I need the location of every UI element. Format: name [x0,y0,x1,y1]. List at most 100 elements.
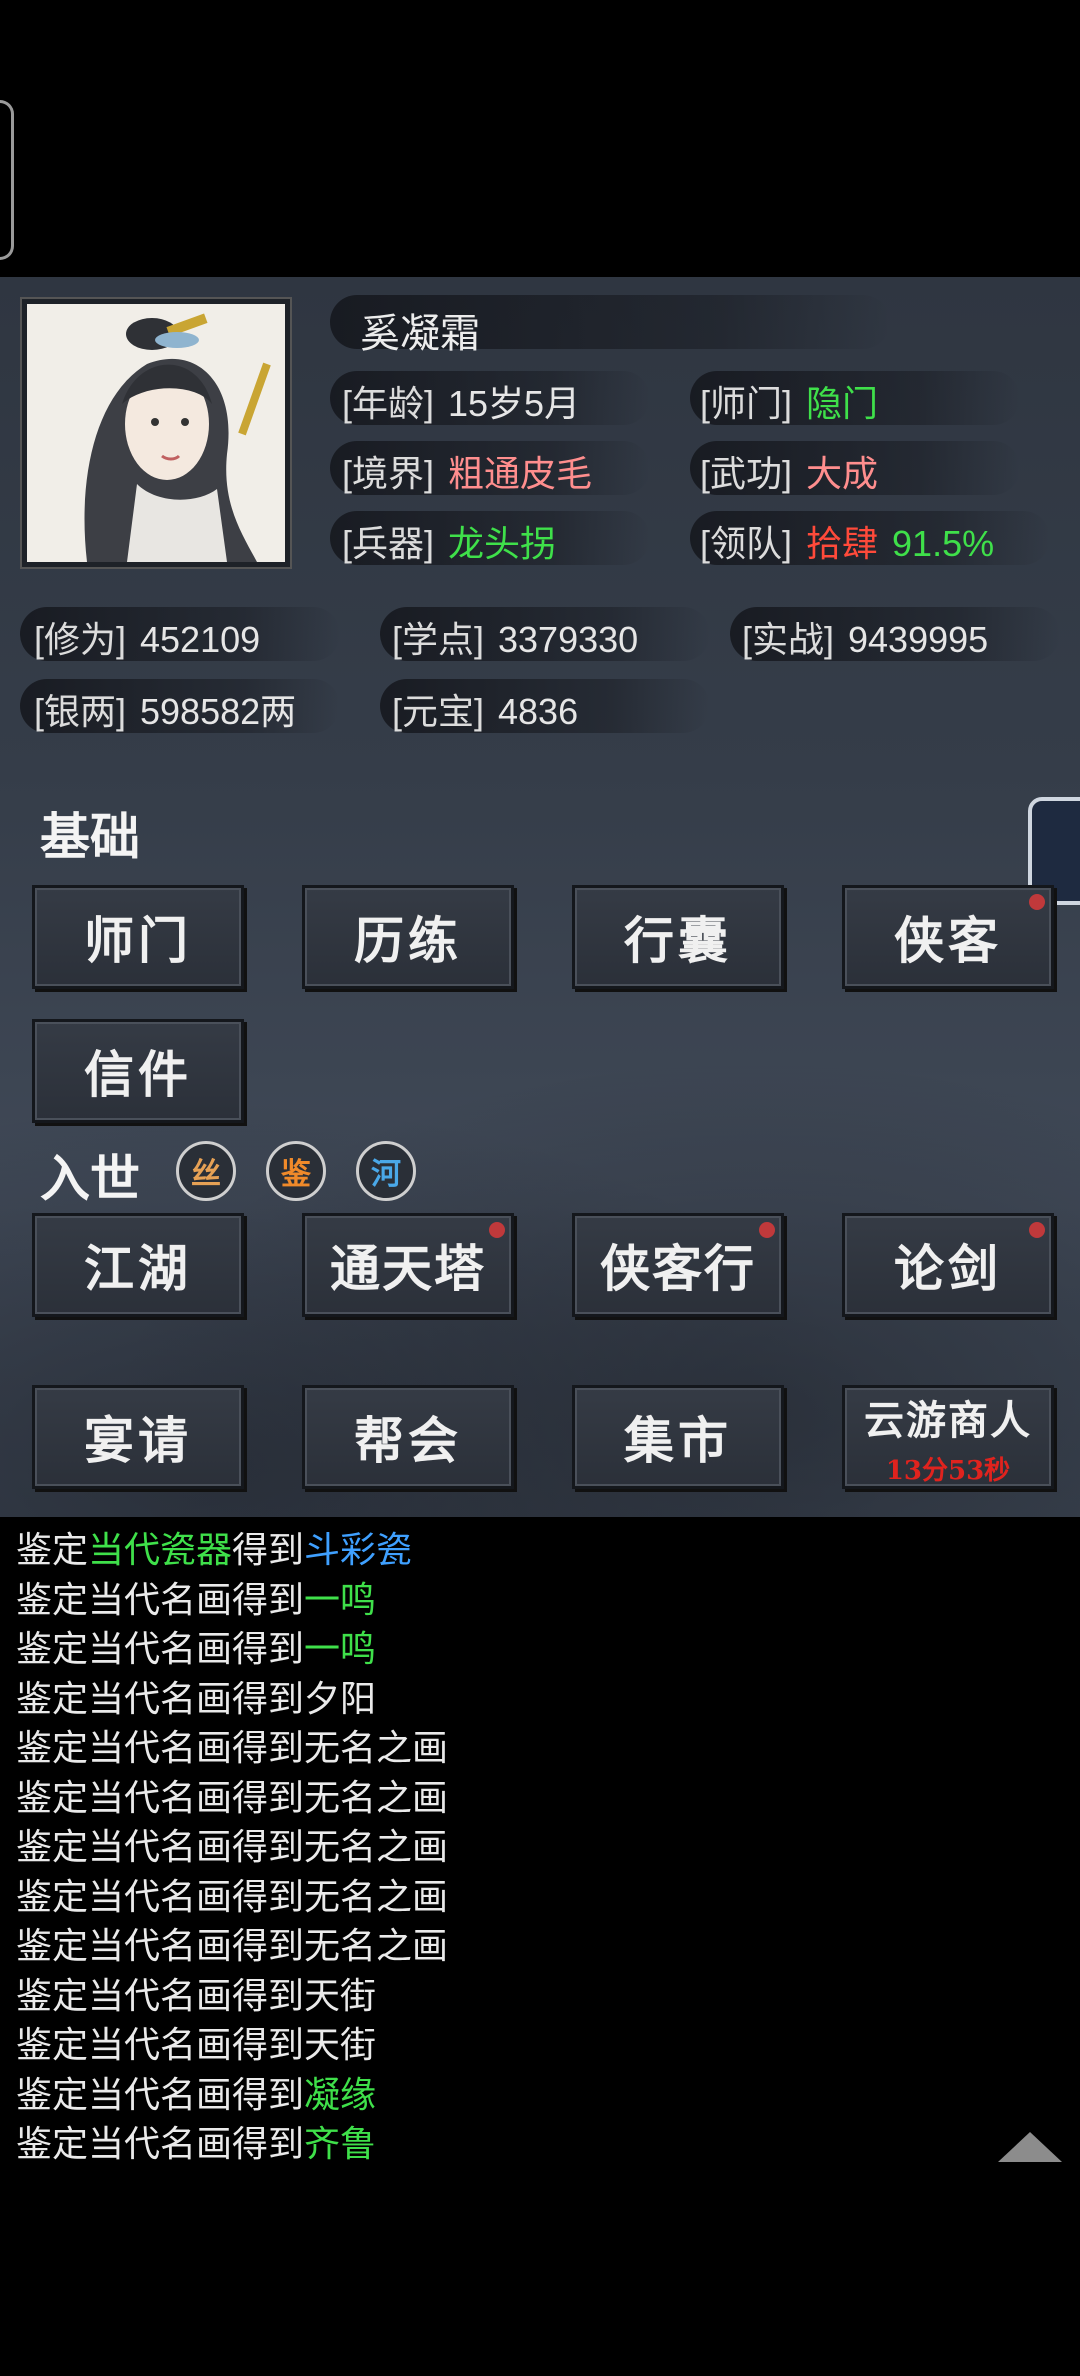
log-line: 鉴定当代名画得到天街 [16,2016,376,2068]
stat-age: [年龄] 15岁5月 [342,375,580,427]
log-item: 凝缘 [304,2073,377,2115]
silk-seal-icon[interactable]: 丝 [176,1141,236,1201]
training-button[interactable]: 历练 [302,885,514,989]
stat-realm: [境界] 粗通皮毛 [342,445,592,497]
market-button[interactable]: 集市 [572,1385,784,1489]
inventory-button[interactable]: 行囊 [572,885,784,989]
stat-label: [学点] [392,619,485,660]
side-handle[interactable] [0,100,14,260]
hero-journey-label: 侠客行 [600,1239,756,1298]
stat-combat: [实战] 9439995 [742,611,988,663]
log-join: 得到 [232,1628,305,1669]
river-seal-icon[interactable]: 河 [356,1141,416,1201]
log-item: 一鸣 [304,1628,377,1669]
log-line: 鉴定当代名画得到一鸣 [16,1620,376,1672]
log-line: 鉴定当代名画得到天街 [16,1967,376,2019]
log-item: 无名之画 [304,1875,449,1917]
event-log[interactable]: 鉴定当代瓷器得到斗彩瓷 鉴定当代名画得到一鸣 鉴定当代名画得到一鸣 鉴定当代名画得到夕… [0,1517,1080,2197]
stat-value: 粗通皮毛 [448,453,593,494]
stat-sect: [师门] 隐门 [700,375,878,427]
log-line: 鉴定当代名画得到一鸣 [16,1571,376,1623]
stat-weapon: [兵器] 龙头拐 [342,515,556,567]
log-line: 鉴定当代名画得到无名之画 [16,1917,448,1969]
companion-label: 侠客 [894,911,1002,970]
log-join: 得到 [232,1677,305,1719]
duel-label: 论剑 [894,1239,1002,1298]
stat-label: [兵器] [342,523,435,564]
log-join: 得到 [232,2073,305,2115]
log-join: 得到 [232,1727,305,1768]
log-line: 鉴定当代名画得到齐鲁 [16,2115,376,2167]
banquet-button[interactable]: 宴请 [32,1385,244,1489]
stat-study-points: [学点] 3379330 [392,611,638,663]
log-item: 无名之画 [304,1925,449,1966]
stat-cultivation: [修为] 452109 [34,611,260,663]
stat-value: 拾肆 [806,523,879,564]
stat-label: [修为] [34,619,127,660]
jianghu-button[interactable]: 江湖 [32,1213,244,1317]
log-item: 斗彩瓷 [304,1529,413,1570]
merchant-timer: 13分53秒 [885,1455,1011,1486]
stat-value: 15岁5月 [448,383,581,424]
stat-value: 大成 [806,453,879,494]
log-prefix: 鉴定 [16,1529,89,1570]
log-line: 鉴定当代名画得到无名之画 [16,1818,448,1870]
stat-team: [领队] 拾肆 91.5% [700,515,994,567]
log-join: 得到 [232,1776,305,1818]
scroll-up-arrow-icon[interactable] [998,2132,1062,2162]
stat-value: 3379330 [498,619,639,660]
stat-value: 9439995 [848,619,989,660]
stat-label: [银两] [34,691,127,732]
sect-button[interactable]: 师门 [32,885,244,989]
log-prefix: 鉴定当代名画 [16,2024,233,2065]
character-portrait[interactable] [22,299,290,567]
log-prefix: 鉴定当代名画 [16,1925,233,1966]
log-join: 得到 [232,2024,305,2065]
duel-button[interactable]: 论剑 [842,1213,1054,1317]
log-item: 齐鲁 [304,2123,377,2164]
log-line: 鉴定当代名画得到无名之画 [16,1868,448,1920]
stat-label: [武功] [700,453,793,494]
guild-button[interactable]: 帮会 [302,1385,514,1489]
companion-button[interactable]: 侠客 [842,885,1054,989]
stat-label: [境界] [342,453,435,494]
mail-button[interactable]: 信件 [32,1019,244,1123]
log-line: 鉴定当代名画得到凝缘 [16,2066,376,2118]
log-prefix: 鉴定当代名画 [16,1875,233,1917]
tower-label: 通天塔 [330,1239,486,1298]
stat-value: 4836 [498,691,579,732]
stat-ingot: [元宝] 4836 [392,683,578,735]
log-prefix: 鉴定当代名画 [16,1727,233,1768]
log-item: 无名之画 [304,1727,449,1768]
log-line: 鉴定当代名画得到夕阳 [16,1670,376,1722]
log-item: 天街 [304,2024,377,2065]
log-join: 得到 [232,1875,305,1917]
stat-label: [领队] [700,523,793,564]
log-join: 得到 [232,1974,305,2016]
character-name: 奚凝霜 [360,312,480,356]
log-line: 鉴定当代名画得到无名之画 [16,1769,448,1821]
section-world-title: 入世 [40,1149,140,1208]
log-prefix: 鉴定当代名画 [16,1776,233,1818]
merchant-button[interactable]: 云游商人 13分53秒 [842,1385,1054,1489]
log-item: 无名之画 [304,1776,449,1818]
appraise-seal-icon[interactable]: 鉴 [266,1141,326,1201]
stat-value: 龙头拐 [448,523,557,564]
merchant-label: 云游商人 [864,1396,1032,1444]
stat-value: 452109 [140,619,261,660]
notification-dot [759,1222,775,1238]
log-prefix: 鉴定当代名画 [16,1974,233,2016]
hero-journey-button[interactable]: 侠客行 [572,1213,784,1317]
stat-team-percent: 91.5% [892,523,995,564]
log-prefix: 鉴定当代名画 [16,2073,233,2115]
stat-silver: [银两] 598582两 [34,683,296,735]
stat-label: [元宝] [392,691,485,732]
character-panel: 奚凝霜 [年龄] 15岁5月 [师门] 隐门 [境界] 粗通皮毛 [武功] 大成 [兵器… [0,277,1080,1517]
log-prefix: 鉴定当代名画 [16,1578,233,1620]
log-item: 天街 [304,1974,377,2016]
tower-button[interactable]: 通天塔 [302,1213,514,1317]
log-item: 夕阳 [304,1677,377,1719]
log-line: 鉴定当代瓷器得到斗彩瓷 [16,1521,412,1573]
log-join: 得到 [232,1529,305,1570]
log-join: 得到 [232,2123,305,2164]
